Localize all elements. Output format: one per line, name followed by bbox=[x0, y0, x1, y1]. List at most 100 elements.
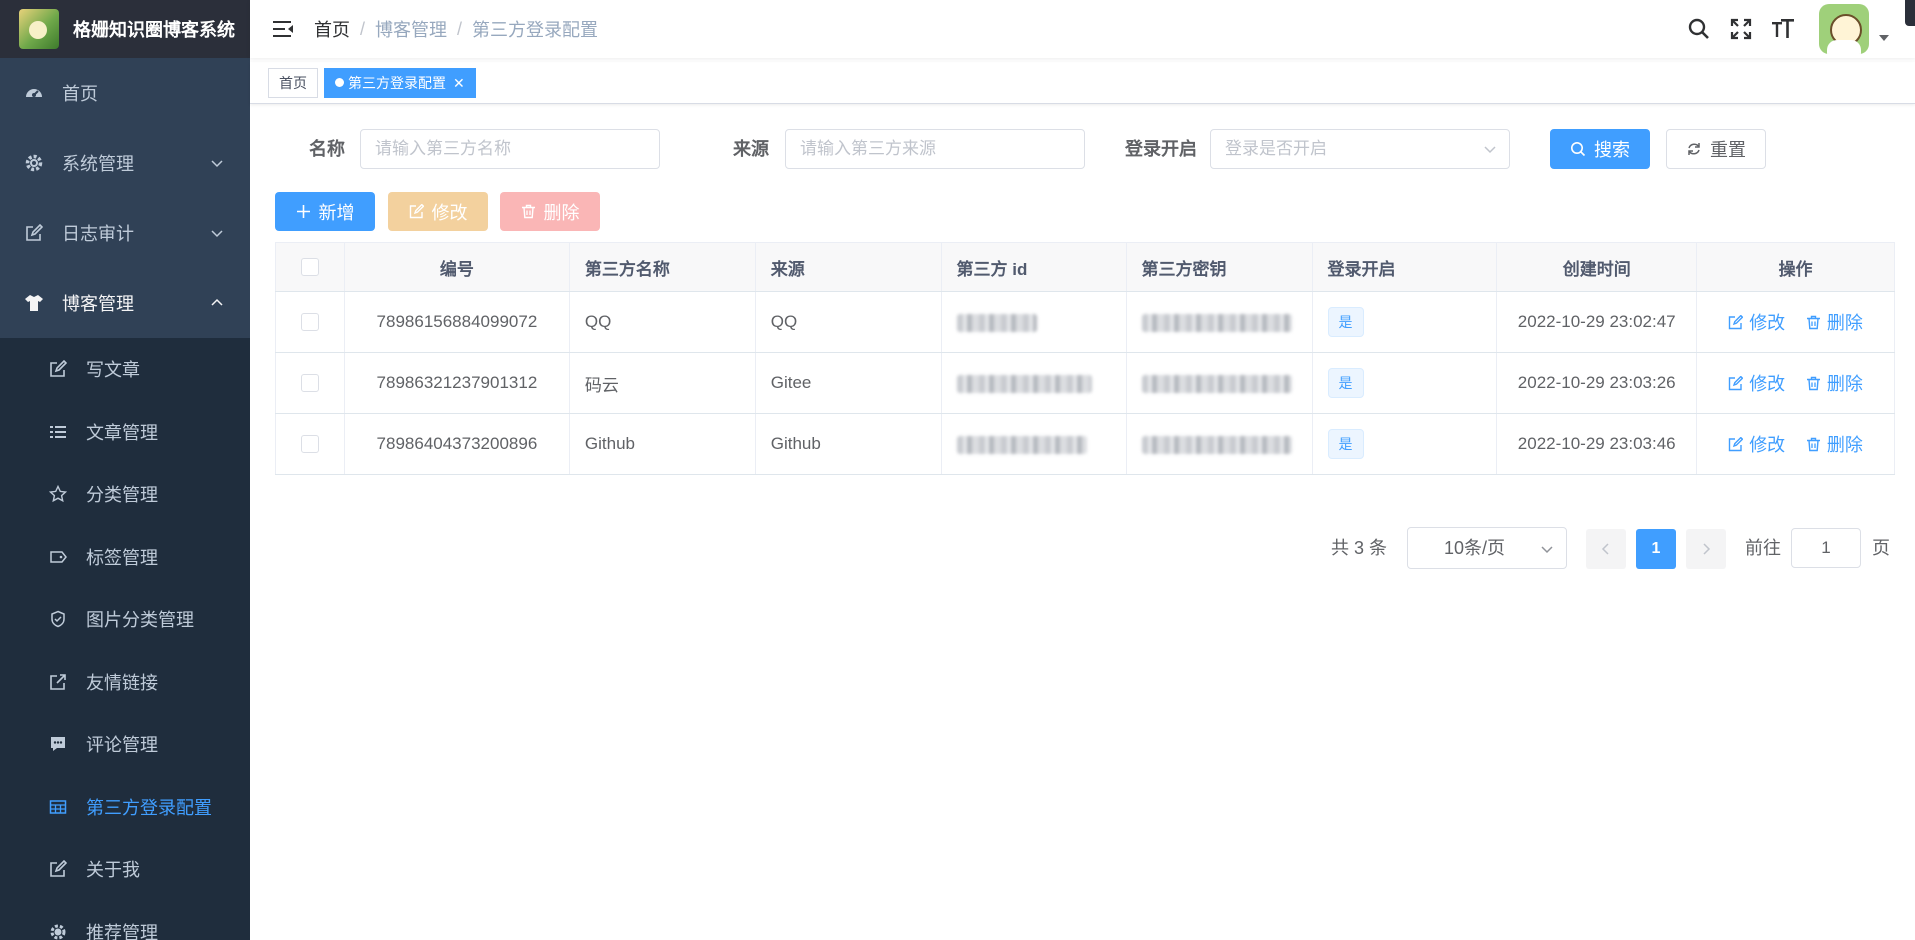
dashboard-icon bbox=[24, 83, 44, 103]
reset-button[interactable]: 重置 bbox=[1666, 129, 1766, 169]
tag-home[interactable]: 首页 bbox=[268, 67, 318, 98]
row-delete-button[interactable]: 删除 bbox=[1806, 309, 1863, 335]
table-row[interactable]: 78986156884099072 QQ QQ 是 2022-10-29 23:… bbox=[275, 291, 1895, 353]
caret-down-icon[interactable] bbox=[1879, 35, 1889, 41]
blurred-value bbox=[956, 435, 1087, 454]
select-all-cell bbox=[275, 242, 345, 292]
font-size-icon[interactable] bbox=[1771, 17, 1795, 41]
sidebar-item-about-me[interactable]: 关于我 bbox=[0, 838, 250, 901]
table-row[interactable]: 78986404373200896 Github Github 是 2022-1… bbox=[275, 413, 1895, 475]
edit-button[interactable]: 修改 bbox=[388, 192, 488, 231]
cell-name: QQ bbox=[569, 291, 756, 353]
close-icon[interactable]: ✕ bbox=[453, 69, 465, 97]
gear-icon bbox=[48, 922, 68, 940]
column-header: 第三方密钥 bbox=[1126, 242, 1313, 292]
name-input[interactable]: 请输入第三方名称 bbox=[360, 129, 660, 169]
app-logo-area[interactable]: 格姗知识圈博客系统 bbox=[0, 0, 250, 58]
row-checkbox[interactable] bbox=[300, 374, 319, 392]
delete-button[interactable]: 删除 bbox=[500, 192, 600, 231]
fullscreen-icon[interactable] bbox=[1729, 17, 1753, 41]
cell-actions: 修改 删除 bbox=[1696, 291, 1895, 353]
sidebar-item-blog[interactable]: 博客管理 bbox=[0, 268, 250, 338]
row-delete-button[interactable]: 删除 bbox=[1806, 370, 1863, 396]
sidebar-item-label: 写文章 bbox=[86, 360, 140, 381]
tag-label: 第三方登录配置 bbox=[348, 74, 446, 91]
sidebar-item-articles[interactable]: 文章管理 bbox=[0, 401, 250, 464]
sidebar: 格姗知识圈博客系统 首页 系统管理 日志审计 博客管理 写文章 文章管理 分类管… bbox=[0, 0, 250, 940]
refresh-icon bbox=[1686, 141, 1702, 157]
chevron-down-icon bbox=[1540, 542, 1554, 556]
sidebar-item-label: 关于我 bbox=[86, 860, 140, 881]
breadcrumb-item-blog: 博客管理 bbox=[375, 20, 448, 40]
trash-icon bbox=[1806, 315, 1821, 330]
hamburger-icon[interactable] bbox=[272, 18, 294, 40]
row-select-cell bbox=[275, 291, 345, 353]
row-delete-label: 删除 bbox=[1826, 435, 1863, 455]
row-edit-button[interactable]: 修改 bbox=[1728, 370, 1785, 396]
shield-icon bbox=[48, 609, 68, 629]
row-edit-button[interactable]: 修改 bbox=[1728, 431, 1785, 457]
sidebar-item-audit[interactable]: 日志审计 bbox=[0, 198, 250, 268]
add-button-label: 新增 bbox=[318, 202, 355, 223]
cell-actions: 修改 删除 bbox=[1696, 352, 1895, 414]
search-button[interactable]: 搜索 bbox=[1550, 129, 1650, 169]
select-all-checkbox[interactable] bbox=[300, 258, 319, 276]
page-suffix: 页 bbox=[1872, 538, 1890, 558]
sidebar-item-recommend[interactable]: 推荐管理 bbox=[0, 901, 250, 940]
sidebar-item-label: 图片分类管理 bbox=[86, 610, 194, 631]
chevron-right-icon bbox=[1703, 543, 1711, 555]
row-checkbox[interactable] bbox=[300, 313, 319, 331]
app-title: 格姗知识圈博客系统 bbox=[73, 20, 235, 40]
sidebar-item-label: 首页 bbox=[62, 84, 98, 104]
plus-icon bbox=[296, 204, 311, 219]
avatar[interactable] bbox=[1819, 4, 1869, 54]
source-input[interactable]: 请输入第三方来源 bbox=[785, 129, 1085, 169]
page-size-select[interactable]: 10条/页 bbox=[1407, 527, 1567, 569]
prev-page-button[interactable] bbox=[1586, 529, 1626, 569]
status-badge: 是 bbox=[1327, 429, 1364, 459]
next-page-button[interactable] bbox=[1686, 529, 1726, 569]
search-icon[interactable] bbox=[1687, 17, 1711, 41]
sidebar-item-system[interactable]: 系统管理 bbox=[0, 128, 250, 198]
row-select-cell bbox=[275, 352, 345, 414]
sidebar-item-write-article[interactable]: 写文章 bbox=[0, 338, 250, 401]
active-dot-icon bbox=[335, 78, 344, 87]
row-edit-button[interactable]: 修改 bbox=[1728, 309, 1785, 335]
edit-icon bbox=[24, 223, 44, 243]
table-header-row: 编号 第三方名称 来源 第三方 id 第三方密钥 登录开启 创建时间 操作 bbox=[275, 242, 1895, 292]
page-number-current[interactable]: 1 bbox=[1636, 529, 1676, 569]
open-select[interactable]: 登录是否开启 bbox=[1210, 129, 1510, 169]
sidebar-item-home[interactable]: 首页 bbox=[0, 58, 250, 128]
sidebar-item-label: 日志审计 bbox=[62, 224, 134, 244]
cell-open: 是 bbox=[1312, 352, 1498, 414]
sidebar-item-third-party-login[interactable]: 第三方登录配置 bbox=[0, 776, 250, 839]
goto-page-input[interactable]: 1 bbox=[1791, 528, 1861, 568]
chevron-down-icon bbox=[210, 156, 224, 170]
page-size-value: 10条/页 bbox=[1444, 538, 1506, 558]
breadcrumb-item-home[interactable]: 首页 bbox=[314, 16, 350, 42]
sidebar-item-tags[interactable]: 标签管理 bbox=[0, 526, 250, 589]
column-header: 第三方 id bbox=[941, 242, 1127, 292]
tag-current[interactable]: 第三方登录配置 ✕ bbox=[324, 67, 476, 98]
row-delete-button[interactable]: 删除 bbox=[1806, 431, 1863, 457]
chevron-left-icon bbox=[1601, 543, 1609, 555]
add-button[interactable]: 新增 bbox=[275, 192, 375, 231]
sidebar-item-links[interactable]: 友情链接 bbox=[0, 651, 250, 714]
chevron-down-icon bbox=[1483, 142, 1497, 156]
row-checkbox[interactable] bbox=[300, 435, 319, 453]
search-form: 名称 请输入第三方名称 来源 请输入第三方来源 登录开启 登录是否开启 搜索 重… bbox=[250, 129, 1915, 169]
cell-secret bbox=[1126, 291, 1313, 353]
row-edit-label: 修改 bbox=[1749, 313, 1786, 333]
chevron-up-icon bbox=[210, 296, 224, 310]
column-header: 操作 bbox=[1696, 242, 1895, 292]
cell-source: Gitee bbox=[755, 352, 942, 414]
table-icon bbox=[48, 797, 68, 817]
sidebar-item-image-categories[interactable]: 图片分类管理 bbox=[0, 588, 250, 651]
sidebar-item-categories[interactable]: 分类管理 bbox=[0, 463, 250, 526]
table-row[interactable]: 78986321237901312 码云 Gitee 是 2022-10-29 … bbox=[275, 352, 1895, 414]
sidebar-item-comments[interactable]: 评论管理 bbox=[0, 713, 250, 776]
list-icon bbox=[48, 422, 68, 442]
navbar: 首页 / 博客管理 / 第三方登录配置 bbox=[250, 0, 1915, 58]
column-header: 创建时间 bbox=[1496, 242, 1698, 292]
sidebar-item-label: 系统管理 bbox=[62, 154, 134, 174]
